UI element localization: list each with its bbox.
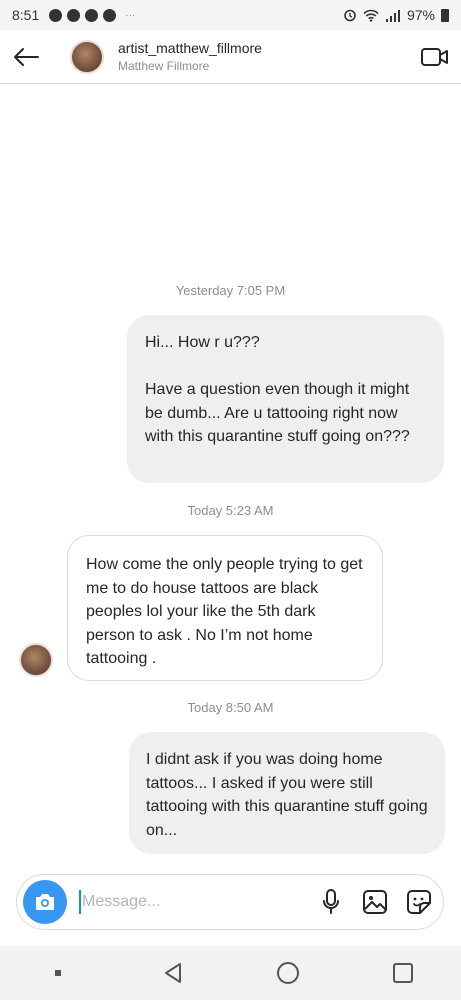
image-icon	[363, 890, 387, 914]
timestamp: Yesterday 7:05 PM	[175, 283, 286, 298]
message-bubble-sent[interactable]: Hi... How r u??? Have a question even th…	[127, 315, 444, 483]
text-cursor	[79, 890, 81, 914]
back-button[interactable]	[0, 30, 52, 84]
chat-header: artist_matthew_fillmore Matthew Fillmore	[0, 30, 461, 84]
timestamp: Today 8:50 AM	[187, 700, 274, 715]
status-left: 8:51 ···	[12, 7, 135, 23]
nav-recents-button[interactable]	[373, 946, 433, 1000]
camera-button[interactable]	[23, 880, 67, 924]
battery-percent: 97%	[406, 7, 435, 23]
message-bubble-sent[interactable]: I didnt ask if you was doing home tattoo…	[129, 732, 445, 854]
status-bar: 8:51 ··· 97%	[0, 0, 461, 30]
snapchat-icon	[67, 8, 81, 22]
status-overflow: ···	[125, 9, 136, 21]
wifi-icon	[363, 9, 379, 22]
nav-menu-button[interactable]	[28, 946, 88, 1000]
header-profile[interactable]: artist_matthew_fillmore Matthew Fillmore	[118, 40, 262, 73]
battery-icon	[441, 8, 449, 22]
composer-actions	[315, 886, 435, 918]
microphone-icon	[323, 889, 339, 914]
menu-dot-icon	[54, 970, 61, 976]
timestamp: Today 5:23 AM	[187, 503, 274, 518]
message-composer	[16, 874, 444, 930]
status-time: 8:51	[12, 7, 40, 23]
gallery-button[interactable]	[359, 886, 391, 918]
square-recents-icon	[393, 963, 414, 983]
voice-message-button[interactable]	[315, 886, 347, 918]
video-call-button[interactable]	[409, 30, 461, 84]
arrow-left-icon	[14, 47, 39, 66]
nav-home-button[interactable]	[258, 946, 318, 1000]
app-icon	[103, 8, 117, 22]
pinterest-icon	[49, 8, 63, 22]
facebook-icon	[85, 8, 99, 22]
alarm-icon	[344, 9, 356, 22]
sticker-icon	[407, 890, 431, 914]
triangle-back-icon	[164, 963, 181, 983]
message-input[interactable]	[82, 893, 292, 911]
nav-back-button[interactable]	[143, 946, 203, 1000]
avatar[interactable]	[70, 39, 104, 74]
status-right: 97%	[343, 7, 449, 23]
avatar[interactable]	[19, 643, 53, 677]
username: artist_matthew_fillmore	[118, 40, 262, 56]
system-navigation-bar	[0, 946, 461, 1000]
full-name: Matthew Fillmore	[118, 59, 210, 73]
signal-icon	[385, 9, 400, 22]
video-camera-icon	[421, 47, 448, 66]
notification-icons: ···	[49, 8, 136, 22]
circle-home-icon	[277, 962, 300, 984]
camera-icon	[36, 894, 54, 910]
message-bubble-received[interactable]: How come the only people trying to get m…	[67, 535, 383, 681]
sticker-button[interactable]	[403, 886, 435, 918]
